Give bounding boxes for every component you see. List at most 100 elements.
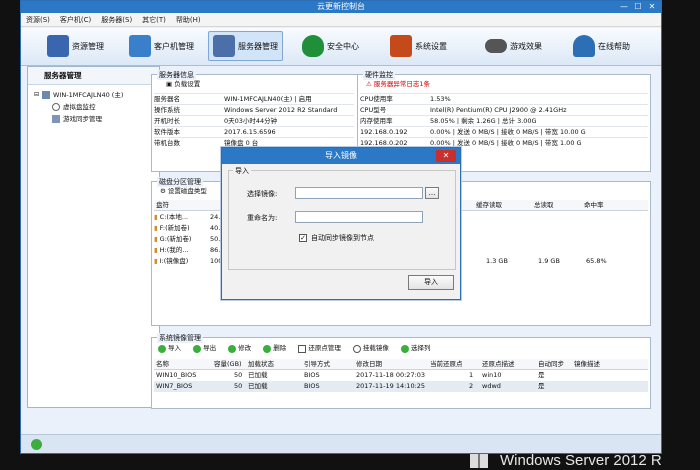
- maximize-button[interactable]: ☐: [631, 1, 645, 13]
- rename-input[interactable]: [295, 211, 423, 223]
- select-columns-button[interactable]: 选择列: [400, 343, 430, 354]
- hw-key: CPU使用率: [360, 95, 393, 103]
- collapse-icon[interactable]: ⊟: [34, 89, 39, 101]
- image-table-header: 名称 容量(GB) 加载状态 引导方式 修改日期 当前还原点 还原点描述 自动同…: [154, 359, 648, 370]
- toolbar-client-button[interactable]: 客户机管理: [125, 31, 198, 61]
- tree-item-label: 游戏同步管理: [63, 115, 102, 123]
- dialog-close-button[interactable]: ✕: [436, 150, 456, 162]
- info-key: 操作系统: [154, 106, 180, 114]
- info-key: 带机台数: [154, 139, 180, 147]
- disk-icon: ▮: [154, 235, 158, 243]
- info-row: 服务器名 WIN-1MFCAJLN40(主) | 启用: [154, 93, 354, 104]
- hw-key: 192.168.0.202: [360, 139, 408, 147]
- import-icon: [158, 344, 166, 353]
- toolbar-label: 服务器管理: [238, 41, 278, 51]
- export-icon: [193, 344, 202, 353]
- image-auto-sync: 是: [538, 382, 545, 390]
- hw-row: 192.168.0.192 0.00% | 发送 0 MB/S | 接收 0 MB…: [360, 126, 648, 137]
- image-restore-point: 2: [469, 382, 474, 390]
- gear-icon: ▣: [166, 80, 173, 88]
- system-image-group: 系统镜像管理 导入 导出 修改 删除 还原点管理 挂载镜像 选择列 名称 容量(…: [151, 333, 651, 409]
- menu-resource[interactable]: 资源(S): [21, 13, 55, 27]
- sync-icon: [52, 115, 60, 123]
- menu-other[interactable]: 其它(T): [137, 13, 171, 27]
- windows-branding-text: Windows Server 2012 R: [500, 452, 662, 469]
- toolbar-label: 游戏效果: [510, 41, 542, 51]
- monitor-icon: [52, 103, 60, 111]
- load-settings-link[interactable]: ▣ 负载设置: [166, 79, 200, 90]
- hw-row: CPU型号 Intel(R) Pentium(R) CPU J2900 @ 2.4…: [360, 104, 648, 115]
- set-disk-type-button[interactable]: ⚙ 设置磁盘类型: [160, 186, 207, 197]
- tree-item-vdisk-monitor[interactable]: 虚拟盘监控: [34, 101, 153, 113]
- toolbar-server-button[interactable]: 服务器管理: [208, 31, 283, 61]
- minimize-button[interactable]: —: [617, 1, 631, 13]
- edit-button[interactable]: 修改: [228, 343, 251, 354]
- books-icon: [47, 35, 69, 57]
- close-button[interactable]: ✕: [645, 1, 659, 13]
- mount-image-button[interactable]: 挂载镜像: [352, 343, 389, 354]
- image-restore-desc: win10: [482, 371, 502, 379]
- browse-button[interactable]: ...: [425, 187, 439, 199]
- person-icon: [573, 35, 595, 57]
- settings-icon: ⚙: [160, 187, 166, 195]
- server-error-log-link[interactable]: ⚠ 服务器异常日志1条: [366, 79, 430, 90]
- col-header: 缓存读取: [476, 201, 502, 209]
- menu-help[interactable]: 帮助(H): [171, 13, 206, 27]
- col-header: 容量(GB): [214, 360, 242, 368]
- edit-icon: [228, 344, 237, 353]
- image-restore-desc: wdwd: [482, 382, 501, 390]
- image-name: WIN10_BIOS: [156, 371, 197, 379]
- panel-title: 服务器管理: [28, 67, 159, 85]
- windows-logo-icon: [470, 454, 488, 468]
- image-actions: 导入 导出 修改 删除 还原点管理 挂载镜像 选择列: [158, 343, 648, 354]
- restore-point-button[interactable]: 还原点管理: [298, 343, 341, 354]
- auto-sync-checkbox[interactable]: ✓: [299, 234, 307, 242]
- export-button[interactable]: 导出: [193, 343, 216, 354]
- col-header: 命中率: [584, 201, 604, 209]
- image-status: 已加载: [248, 371, 268, 379]
- mount-icon: [352, 344, 361, 353]
- auto-sync-label: 自动同步镜像到节点: [311, 234, 374, 242]
- disk-value: 24.: [210, 213, 221, 221]
- col-header: 修改日期: [356, 360, 382, 368]
- col-header: 总读取: [534, 201, 554, 209]
- toolbar-help-button[interactable]: 在线帮助: [569, 31, 634, 61]
- select-image-input[interactable]: [295, 187, 423, 199]
- gamepad-icon: [485, 39, 507, 53]
- hit-rate: 65.8%: [586, 257, 607, 265]
- menu-client[interactable]: 客户机(C): [55, 13, 96, 27]
- hw-key: CPU型号: [360, 106, 387, 114]
- delete-button[interactable]: 删除: [263, 343, 286, 354]
- hw-row: CPU使用率 1.53%: [360, 93, 648, 104]
- import-confirm-button[interactable]: 导入: [408, 275, 454, 290]
- toolbar-security-button[interactable]: 安全中心: [298, 31, 363, 61]
- tree-root-server[interactable]: ⊟ WIN-1MFCAJLN40 (主): [34, 89, 153, 101]
- toolbar: 资源管理 客户机管理 服务器管理 安全中心 系统设置 游戏效果 在线帮助: [21, 28, 661, 66]
- dialog-group-box: 导入 选择镜像: ... 重命名为: ✓ 自动同步镜像到节点: [228, 166, 456, 270]
- restore-icon: [298, 344, 307, 353]
- disk-name: C:(本地...: [159, 213, 189, 221]
- col-header: 引导方式: [304, 360, 330, 368]
- tree-item-game-sync[interactable]: 游戏同步管理: [34, 113, 153, 125]
- toolbar-label: 资源管理: [72, 41, 104, 51]
- tree-item-label: 虚拟盘监控: [63, 103, 96, 111]
- image-boot: BIOS: [304, 371, 320, 379]
- toolbar-game-button[interactable]: 游戏效果: [481, 31, 546, 61]
- disk-name: F:(新加卷): [159, 224, 190, 232]
- table-row[interactable]: WIN7_BIOS 50 已加载 BIOS 2017-11-19 14:10:2…: [154, 381, 648, 392]
- toolbar-settings-button[interactable]: 系统设置: [386, 31, 451, 61]
- tree-root-label: WIN-1MFCAJLN40 (主): [53, 91, 124, 99]
- col-header: 盘符: [156, 201, 169, 209]
- toolbar-resource-button[interactable]: 资源管理: [43, 31, 108, 61]
- table-row[interactable]: WIN10_BIOS 50 已加载 BIOS 2017-11-18 00:27:…: [154, 370, 648, 381]
- rename-label: 重命名为:: [247, 214, 278, 222]
- disk-icon: ▮: [154, 246, 158, 254]
- import-image-dialog: 导入镜像 ✕ 导入 选择镜像: ... 重命名为: ✓ 自动同步镜像到节点 导入: [221, 147, 461, 300]
- menu-server[interactable]: 服务器(S): [96, 13, 137, 27]
- info-row: 操作系统 Windows Server 2012 R2 Standard: [154, 104, 354, 115]
- shield-icon: [302, 35, 324, 57]
- import-button[interactable]: 导入: [158, 343, 181, 354]
- link-label: 负载设置: [174, 80, 201, 88]
- disk-name: G:(新加卷): [159, 235, 192, 243]
- info-key: 开机时长: [154, 117, 180, 125]
